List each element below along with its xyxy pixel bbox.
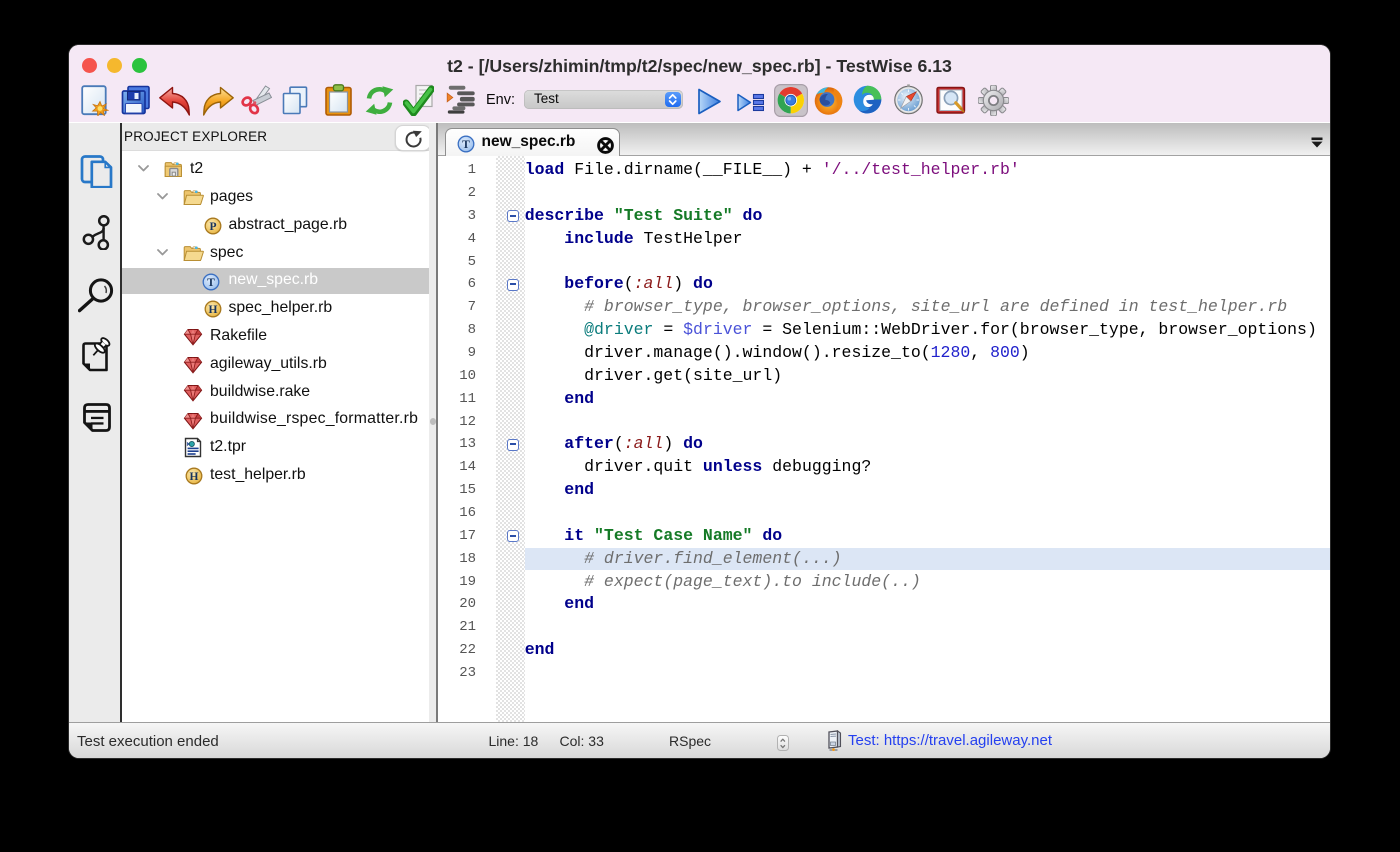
svg-text:T: T — [462, 139, 470, 151]
svg-text:H: H — [190, 471, 199, 483]
svg-text:P: P — [209, 221, 216, 233]
svg-text:H: H — [209, 305, 218, 317]
svg-text:T: T — [207, 277, 215, 289]
